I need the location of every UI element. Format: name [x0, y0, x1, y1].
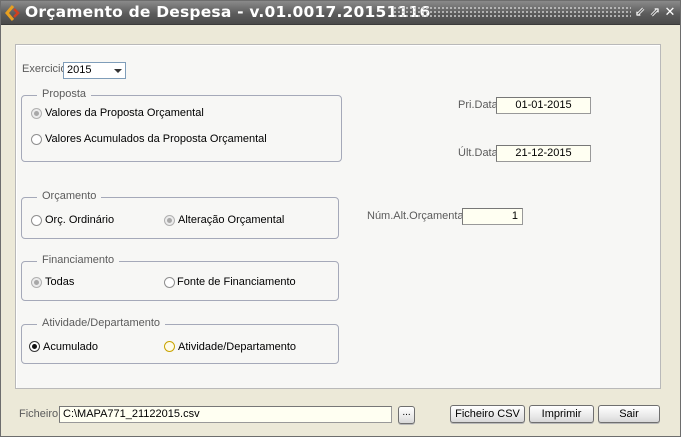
title-bar[interactable]: Orçamento de Despesa - v.01.0017.2015111… [1, 1, 680, 25]
radio-todas[interactable] [31, 277, 42, 288]
restore-icon[interactable]: ⇗ [648, 5, 662, 20]
browse-button[interactable]: ... [398, 406, 415, 424]
atividade-legend: Atividade/Departamento [37, 317, 166, 329]
ult-data-field[interactable]: 21-12-2015 [496, 145, 591, 162]
proposta-legend: Proposta [37, 88, 92, 100]
imprimir-button[interactable]: Imprimir [529, 405, 594, 423]
close-icon[interactable]: ✕ [663, 5, 677, 20]
radio-atividade-departamento-label: Atividade/Departamento [178, 341, 297, 353]
radio-valores-proposta-label: Valores da Proposta Orçamental [45, 107, 204, 119]
proposta-group: Proposta [21, 88, 342, 162]
radio-valores-acumulados-label: Valores Acumulados da Proposta Orçamenta… [45, 133, 267, 145]
ficheiro-label: Ficheiro: [19, 408, 62, 420]
report-window: Orçamento de Despesa - v.01.0017.2015111… [0, 0, 681, 437]
radio-alteracao-orcamental-label: Alteração Orçamental [178, 214, 285, 226]
sair-button[interactable]: Sair [598, 405, 660, 423]
radio-todas-label: Todas [45, 276, 75, 288]
radio-orc-ordinario[interactable] [31, 215, 42, 226]
orcamento-legend: Orçamento [37, 190, 102, 202]
radio-fonte-financiamento-label: Fonte de Financiamento [177, 276, 296, 288]
ult-data-label: Últ.Data [458, 147, 498, 159]
exercicio-select[interactable]: 2015 [63, 62, 126, 79]
radio-fonte-financiamento[interactable] [164, 277, 175, 288]
exercicio-value: 2015 [67, 64, 92, 76]
app-logo-icon [5, 5, 20, 21]
minimize-icon[interactable]: ⇙ [633, 5, 647, 20]
title-bar-pattern [393, 6, 631, 19]
radio-valores-proposta[interactable] [31, 108, 42, 119]
num-alt-field[interactable]: 1 [462, 208, 523, 225]
radio-valores-acumulados[interactable] [31, 134, 42, 145]
financiamento-legend: Financiamento [37, 254, 120, 266]
radio-acumulado-label: Acumulado [43, 341, 99, 353]
radio-orc-ordinario-label: Orç. Ordinário [45, 214, 115, 226]
chevron-down-icon[interactable] [114, 69, 122, 73]
window-title: Orçamento de Despesa - v.01.0017.2015111… [25, 3, 431, 21]
ficheiro-csv-button[interactable]: Ficheiro CSV [450, 405, 525, 423]
radio-alteracao-orcamental[interactable] [164, 215, 175, 226]
radio-acumulado[interactable] [29, 341, 40, 352]
num-alt-label: Núm.Alt.Orçamental [367, 210, 467, 222]
pri-data-field[interactable]: 01-01-2015 [496, 97, 591, 114]
radio-atividade-departamento[interactable] [164, 341, 175, 352]
ficheiro-path-field[interactable]: C:\MAPA771_21122015.csv [59, 406, 392, 423]
pri-data-label: Pri.Data [458, 99, 498, 111]
